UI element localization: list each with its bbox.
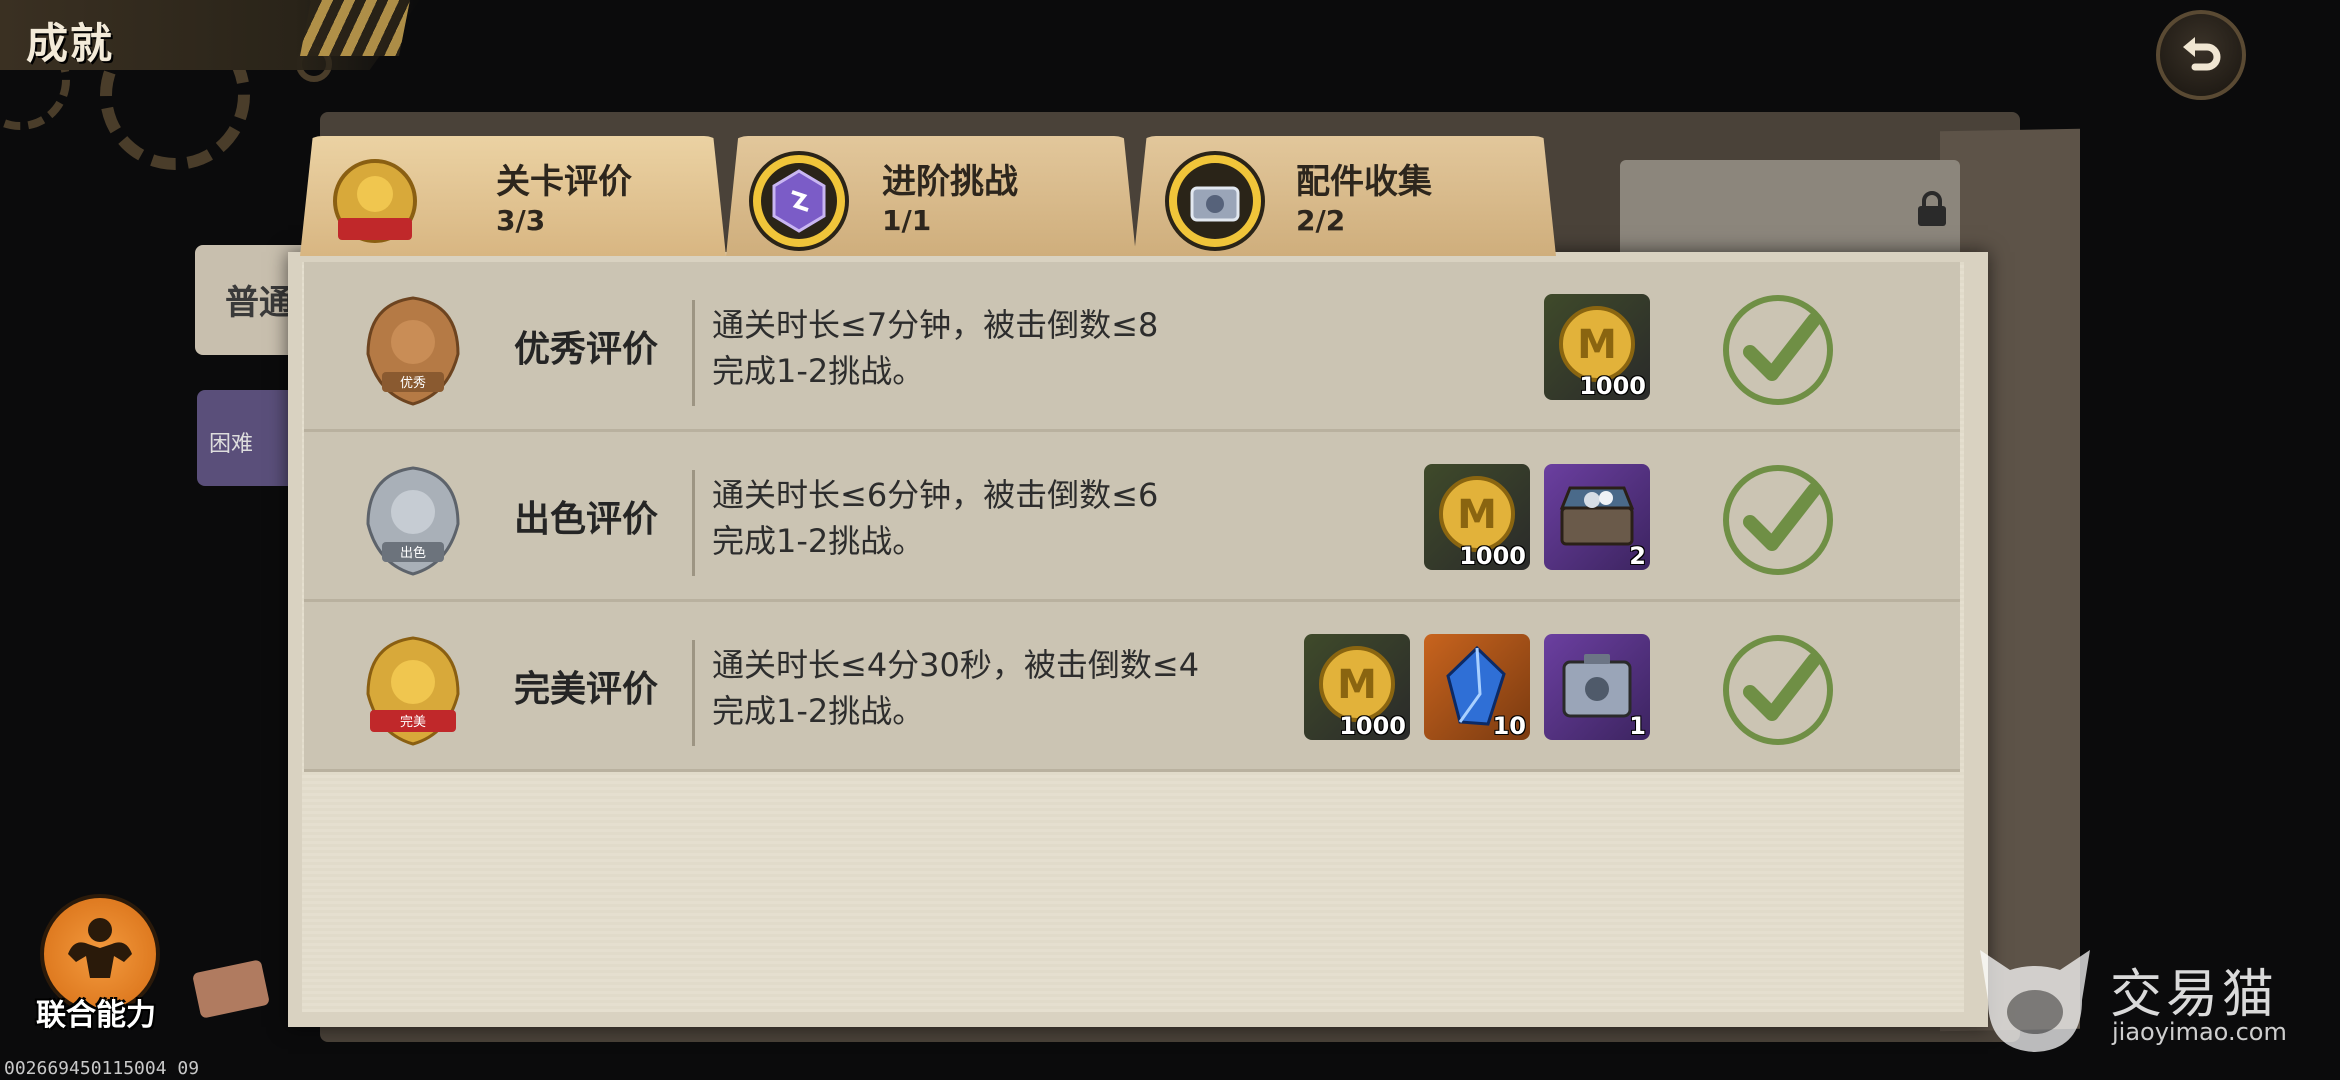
watermark-url: jiaoyimao.com <box>2112 1018 2287 1046</box>
svg-text:M: M <box>1457 492 1497 538</box>
svg-text:M: M <box>1577 322 1617 368</box>
completed-check-icon <box>1723 295 1833 405</box>
rating-description: 通关时长≤6分钟，被击倒数≤6 完成1-2挑战。 <box>712 472 1158 564</box>
medal-label: 完美 <box>400 715 426 730</box>
reward-item[interactable]: M 1000 <box>1304 634 1410 740</box>
requirement-line: 通关时长≤4分30秒，被击倒数≤4 <box>712 646 1200 684</box>
lock-icon <box>1918 191 1946 226</box>
achievement-row: 完美 完美评价 通关时长≤4分30秒，被击倒数≤4 完成1-2挑战。 M 100… <box>304 602 1960 772</box>
return-arrow-icon <box>2183 37 2221 71</box>
reward-quantity: 1000 <box>1579 372 1646 400</box>
reward-item[interactable]: M 1000 <box>1544 294 1650 400</box>
achievement-row: 出色 出色评价 通关时长≤6分钟，被击倒数≤6 完成1-2挑战。 M 1000 … <box>304 432 1960 602</box>
silver-medal-icon: 出色 <box>366 466 460 576</box>
reward-item[interactable]: 1 <box>1544 634 1650 740</box>
rating-description: 通关时长≤7分钟，被击倒数≤8 完成1-2挑战。 <box>712 302 1158 394</box>
rating-name: 完美评价 <box>514 669 659 710</box>
reward-quantity: 10 <box>1492 712 1526 740</box>
union-ability-label: 联合能力 <box>36 998 156 1033</box>
achievement-row: 优秀 优秀评价 通关时长≤7分钟，被击倒数≤8 完成1-2挑战。 M 1000 <box>304 262 1960 432</box>
user-id: 002669450115004 09 <box>4 1058 200 1079</box>
tab-label: 配件收集 <box>1296 162 1432 202</box>
tab-label: 进阶挑战 <box>882 162 1018 202</box>
requirement-line: 通关时长≤7分钟，被击倒数≤8 <box>712 306 1159 344</box>
back-button[interactable] <box>2156 10 2246 100</box>
requirement-line: 完成1-2挑战。 <box>712 352 925 390</box>
page-title: 成就 <box>26 19 115 68</box>
reward-quantity: 1 <box>1629 712 1646 740</box>
divider <box>692 300 695 406</box>
tab-advanced-challenge[interactable]: 进阶挑战 1/1 <box>726 136 1136 256</box>
side-tab-hard-label: 困难 <box>209 432 254 457</box>
reward-quantity: 2 <box>1629 542 1646 570</box>
requirement-line: 通关时长≤6分钟，被击倒数≤6 <box>712 476 1159 514</box>
rating-description: 通关时长≤4分30秒，被击倒数≤4 完成1-2挑战。 <box>712 642 1199 734</box>
reward-quantity: 1000 <box>1459 542 1526 570</box>
achievement-list: 优秀 优秀评价 通关时长≤7分钟，被击倒数≤8 完成1-2挑战。 M 1000 … <box>304 262 1960 772</box>
tab-count: 2/2 <box>1296 204 1346 237</box>
ticket-icon <box>191 959 271 1019</box>
parts-collection-icon <box>1165 151 1265 251</box>
title-stripes <box>300 0 410 56</box>
divider <box>692 470 695 576</box>
gold-medal-icon: 完美 <box>366 636 460 746</box>
gold-medal-icon <box>333 159 417 243</box>
medal-label: 出色 <box>400 545 426 561</box>
watermark-text: 交易猫 <box>2110 965 2279 1025</box>
tab-label: 关卡评价 <box>496 162 632 202</box>
bronze-medal-icon: 优秀 <box>366 296 460 406</box>
tab-count: 3/3 <box>496 204 546 237</box>
reward-item[interactable]: 2 <box>1544 464 1650 570</box>
divider <box>692 640 695 746</box>
rating-name: 出色评价 <box>514 499 659 540</box>
reward-quantity: 1000 <box>1339 712 1406 740</box>
advanced-challenge-icon <box>749 151 849 251</box>
cat-logo-icon <box>1980 950 2090 1052</box>
completed-check-icon <box>1723 465 1833 575</box>
side-tab-normal-label: 普通 <box>225 283 293 323</box>
medal-label: 优秀 <box>400 376 426 391</box>
svg-text:M: M <box>1337 662 1377 708</box>
requirement-line: 完成1-2挑战。 <box>712 692 925 730</box>
tab-parts-collection[interactable]: 配件收集 2/2 <box>1134 136 1556 256</box>
reward-item[interactable]: M 1000 <box>1424 464 1530 570</box>
tab-count: 1/1 <box>882 204 932 237</box>
tab-stage-rating[interactable]: 关卡评价 3/3 <box>300 136 726 256</box>
reward-item[interactable]: 10 <box>1424 634 1530 740</box>
requirement-line: 完成1-2挑战。 <box>712 522 925 560</box>
completed-check-icon <box>1723 635 1833 745</box>
rating-name: 优秀评价 <box>514 329 659 370</box>
